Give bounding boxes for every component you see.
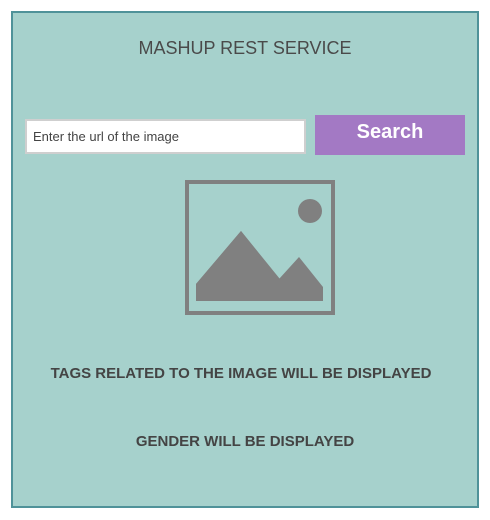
image-url-input[interactable] [25,119,306,154]
gender-display-text: GENDER WILL BE DISPLAYED [135,433,355,450]
search-button[interactable]: Search [315,115,465,155]
tags-display-text: TAGS RELATED TO THE IMAGE WILL BE DISPLA… [50,365,432,382]
image-placeholder-icon [185,180,335,315]
page-title: MASHUP REST SERVICE [138,38,352,58]
